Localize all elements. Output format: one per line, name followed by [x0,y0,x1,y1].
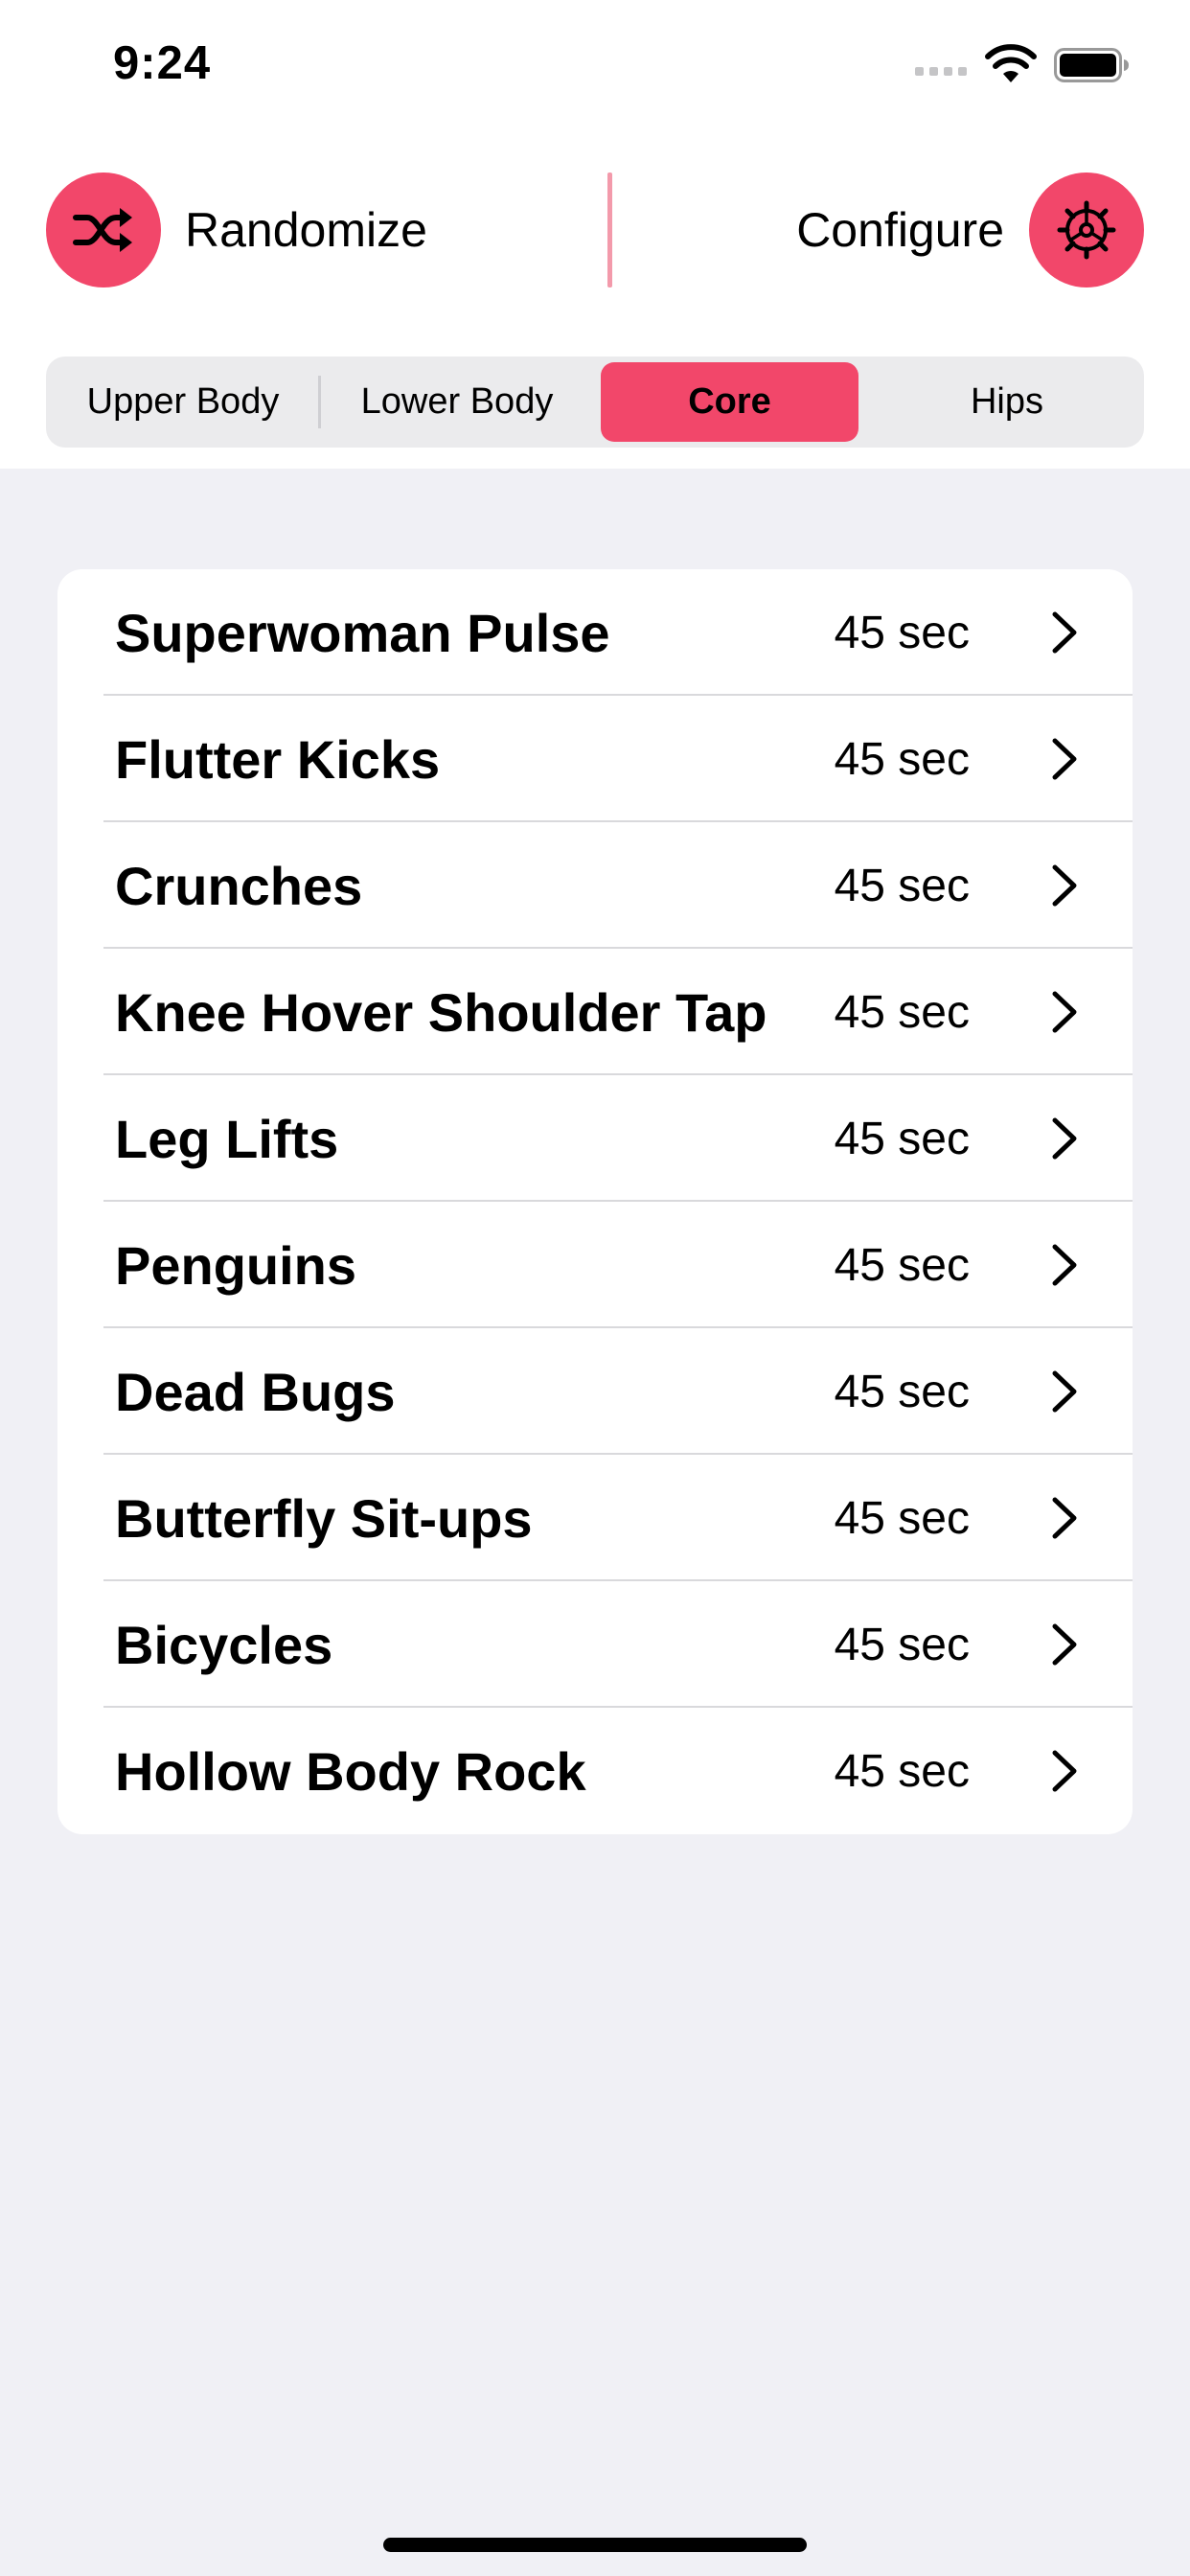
chevron-right-icon [1052,1244,1077,1286]
exercise-duration: 45 sec [834,607,970,658]
exercise-name: Superwoman Pulse [115,602,610,663]
list-item[interactable]: Hollow Body Rock 45 sec [57,1708,1133,1834]
list-item[interactable]: Crunches 45 sec [57,822,1133,949]
exercise-duration: 45 sec [834,1492,970,1544]
exercise-name: Dead Bugs [115,1361,396,1422]
tab-lower-body[interactable]: Lower Body [320,356,594,448]
exercise-duration: 45 sec [834,1239,970,1291]
list-item[interactable]: Dead Bugs 45 sec [57,1328,1133,1455]
configure-button[interactable] [1029,172,1144,288]
tab-core[interactable]: Core [601,362,858,442]
list-item[interactable]: Superwoman Pulse 45 sec [57,569,1133,696]
list-item[interactable]: Knee Hover Shoulder Tap 45 sec [57,949,1133,1075]
exercise-name: Hollow Body Rock [115,1740,586,1802]
shuffle-icon [73,208,132,252]
cellular-signal-icon [915,67,967,76]
category-segmented-control: Upper Body Lower Body Core Hips [46,356,1144,448]
chevron-right-icon [1052,738,1077,780]
exercise-name: Leg Lifts [115,1108,339,1169]
exercise-duration: 45 sec [834,1745,970,1797]
home-indicator[interactable] [383,2538,807,2552]
wifi-icon [985,44,1037,82]
battery-icon [1054,48,1129,82]
exercise-duration: 45 sec [834,1113,970,1164]
exercise-duration: 45 sec [834,733,970,785]
exercise-duration: 45 sec [834,1619,970,1670]
randomize-button[interactable] [46,172,161,288]
exercise-name: Butterfly Sit-ups [115,1487,533,1549]
chevron-right-icon [1052,1497,1077,1539]
exercise-name: Bicycles [115,1614,333,1675]
list-item[interactable]: Flutter Kicks 45 sec [57,696,1133,822]
exercise-duration: 45 sec [834,1366,970,1417]
exercise-name: Knee Hover Shoulder Tap [115,981,767,1043]
randomize-label[interactable]: Randomize [185,203,427,257]
chevron-right-icon [1052,1623,1077,1666]
exercise-name: Penguins [115,1234,357,1296]
exercise-list: Superwoman Pulse 45 sec Flutter Kicks 45… [57,569,1133,1834]
list-item[interactable]: Butterfly Sit-ups 45 sec [57,1455,1133,1581]
exercise-duration: 45 sec [834,860,970,911]
tab-upper-body[interactable]: Upper Body [46,356,320,448]
chevron-right-icon [1052,1750,1077,1792]
exercise-name: Flutter Kicks [115,728,441,790]
exercise-duration: 45 sec [834,986,970,1038]
chevron-right-icon [1052,1370,1077,1413]
header-divider [607,172,612,288]
gear-icon [1057,200,1116,260]
chevron-right-icon [1052,991,1077,1033]
list-item[interactable]: Bicycles 45 sec [57,1581,1133,1708]
top-panel: 9:24 Randomize Configure Upper Body Lowe… [0,0,1190,469]
exercise-name: Crunches [115,855,363,916]
status-time: 9:24 [113,37,212,89]
tab-hips[interactable]: Hips [870,356,1144,448]
configure-label[interactable]: Configure [796,203,1004,257]
chevron-right-icon [1052,864,1077,907]
chevron-right-icon [1052,611,1077,654]
chevron-right-icon [1052,1117,1077,1160]
list-item[interactable]: Penguins 45 sec [57,1202,1133,1328]
list-item[interactable]: Leg Lifts 45 sec [57,1075,1133,1202]
